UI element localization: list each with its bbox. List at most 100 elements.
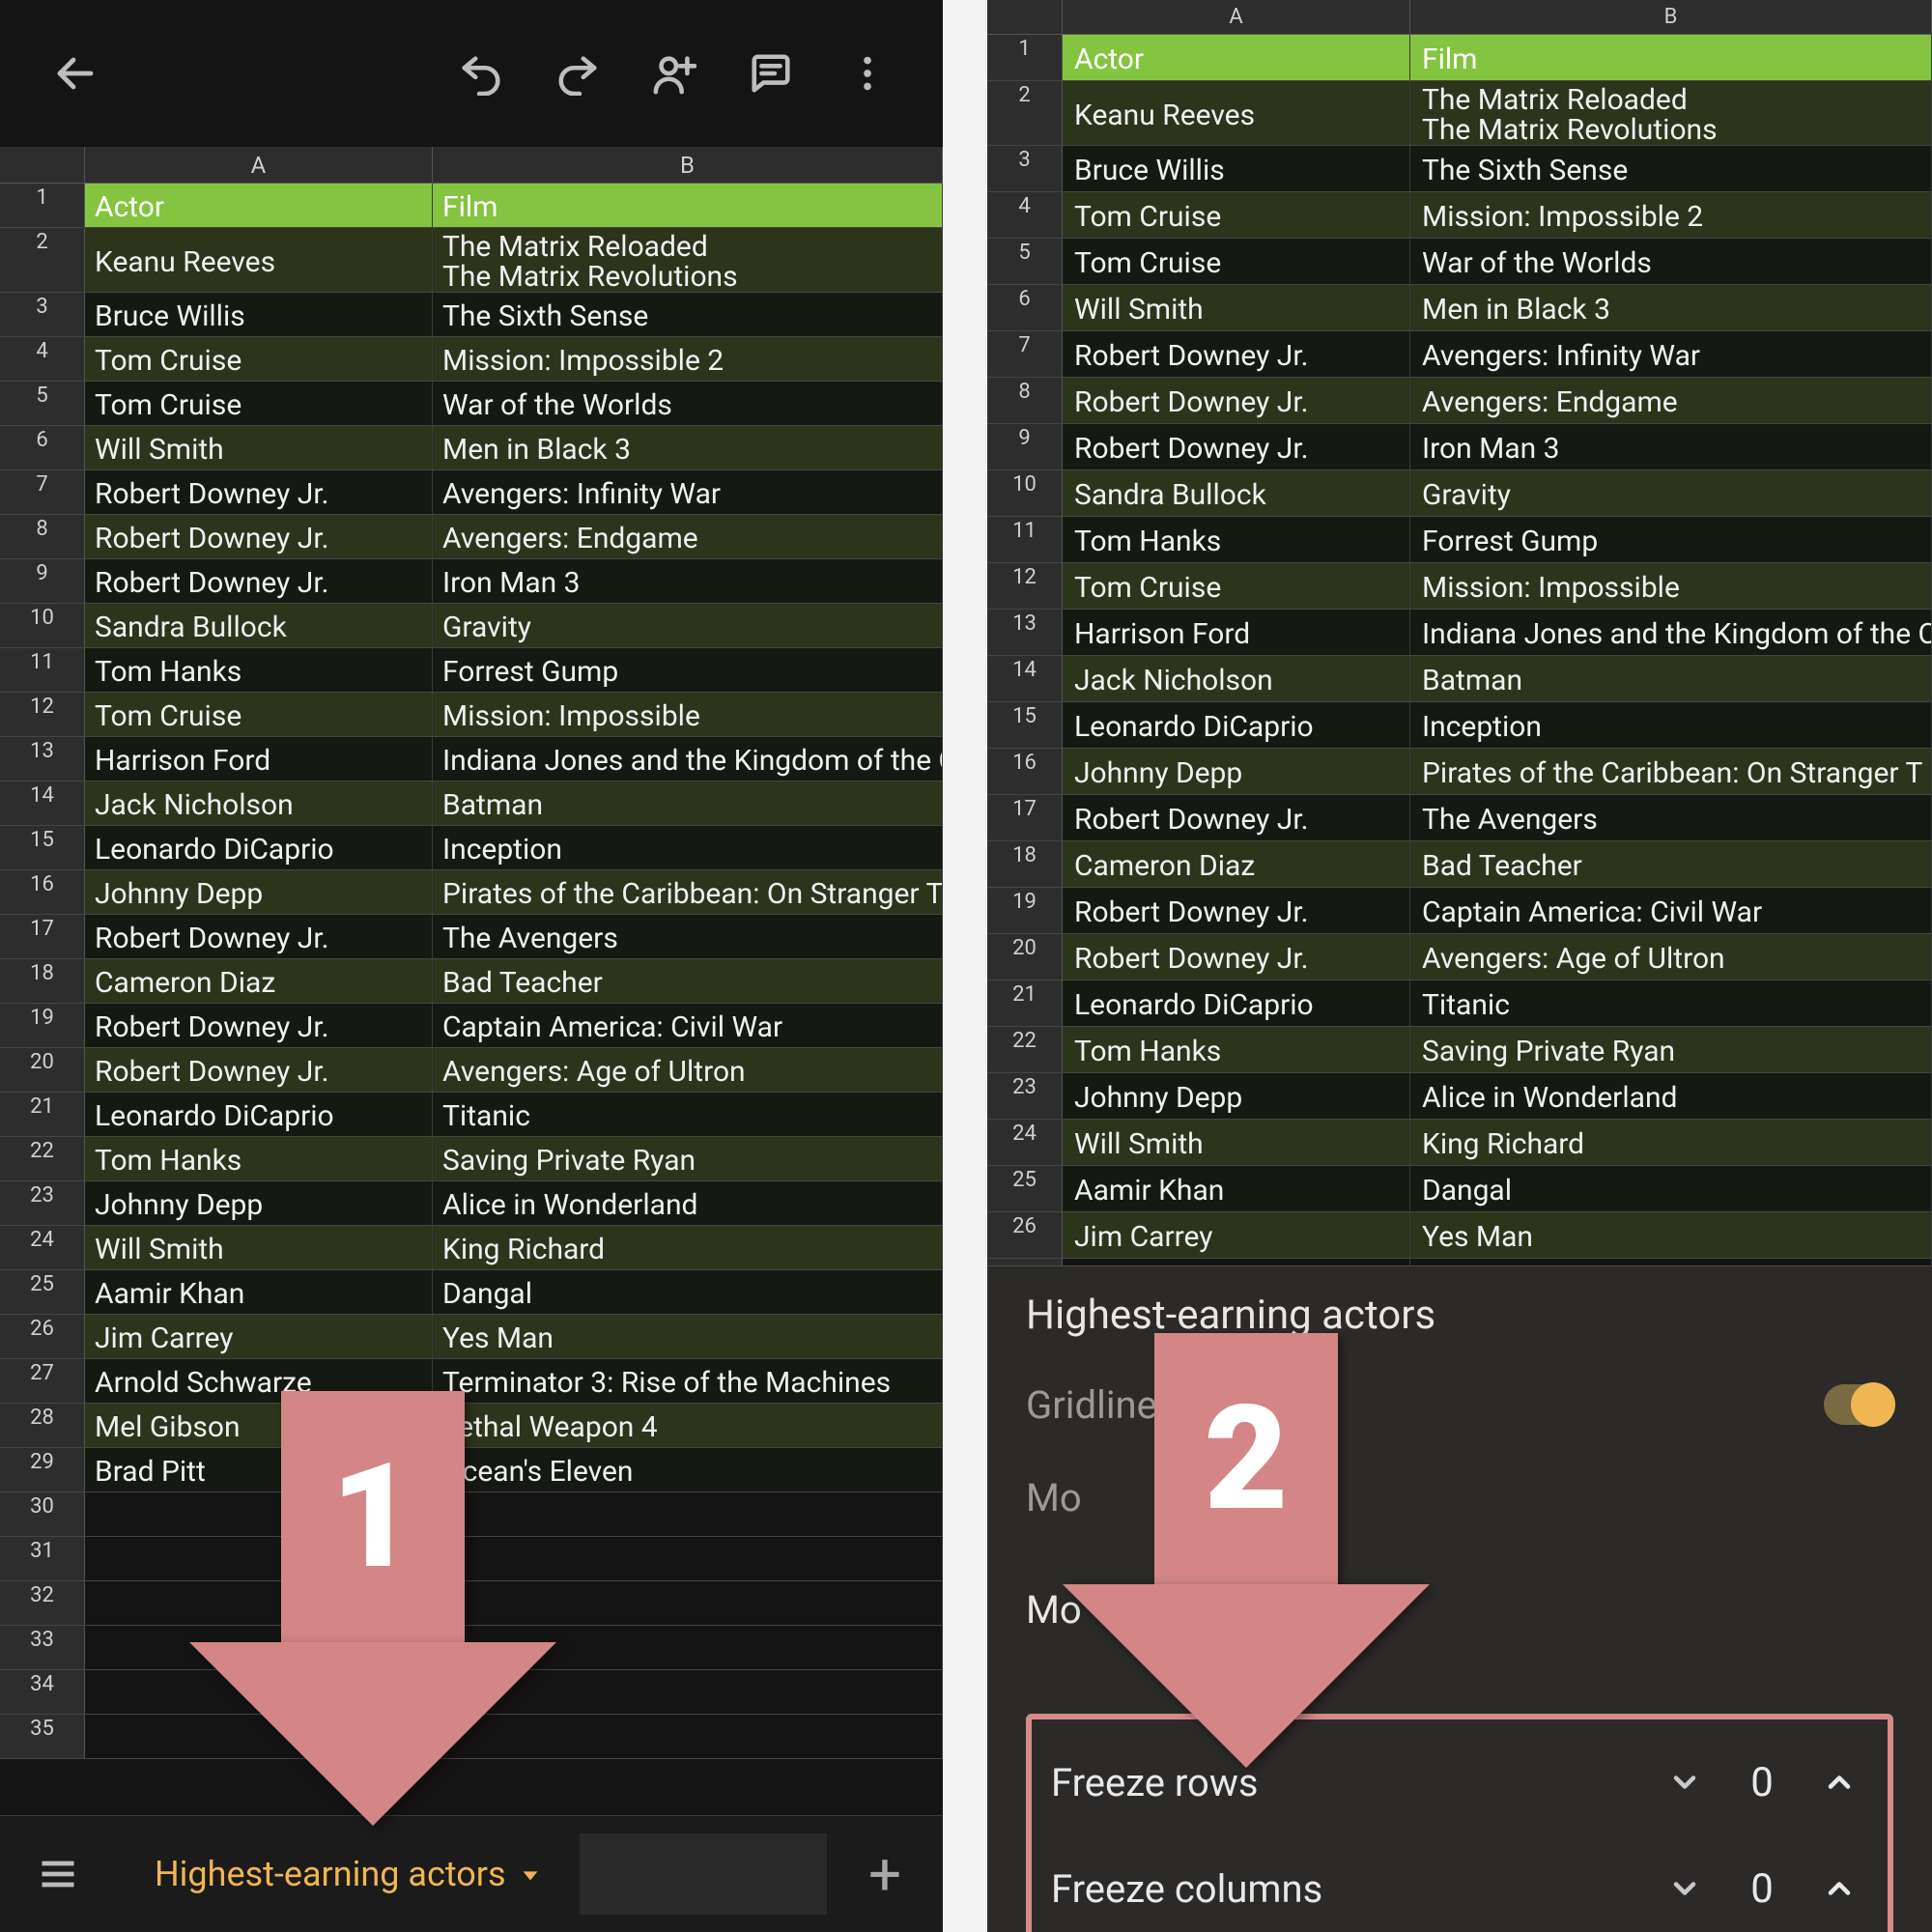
cell[interactable]: Robert Downey Jr. bbox=[85, 515, 433, 558]
cell[interactable]: Harrison Ford bbox=[1063, 610, 1410, 655]
row-header[interactable]: 26 bbox=[987, 1212, 1063, 1258]
cell[interactable]: Arnold Schwarze bbox=[85, 1359, 433, 1403]
row-header[interactable]: 19 bbox=[987, 888, 1063, 933]
cell[interactable]: Bruce Willis bbox=[1063, 146, 1410, 191]
spreadsheet-grid[interactable]: A B 1ActorFilm2Keanu ReevesThe Matrix Re… bbox=[0, 147, 943, 1816]
cell[interactable]: Yes Man bbox=[433, 1315, 943, 1358]
cell[interactable]: Avengers: Infinity War bbox=[433, 470, 943, 514]
col-header-a[interactable]: A bbox=[1063, 0, 1410, 35]
select-all-corner[interactable] bbox=[987, 0, 1063, 35]
cell[interactable] bbox=[85, 1537, 433, 1580]
cell[interactable]: Avengers: Age of Ultron bbox=[433, 1048, 943, 1092]
cell[interactable]: Forrest Gump bbox=[433, 648, 943, 692]
cell[interactable]: The Avengers bbox=[433, 915, 943, 958]
cell[interactable] bbox=[433, 1581, 943, 1625]
row-header[interactable]: 22 bbox=[0, 1137, 85, 1180]
cell[interactable]: Sandra Bullock bbox=[1063, 470, 1410, 516]
row-header[interactable]: 11 bbox=[0, 648, 85, 692]
col-header-a[interactable]: A bbox=[85, 147, 433, 184]
row-header[interactable]: 12 bbox=[987, 563, 1063, 609]
cell[interactable]: Robert Downey Jr. bbox=[85, 1004, 433, 1047]
col-header-b[interactable]: B bbox=[433, 147, 943, 184]
cell[interactable]: Robert Downey Jr. bbox=[85, 559, 433, 603]
cell[interactable]: Batman bbox=[433, 781, 943, 825]
cell[interactable]: Inception bbox=[433, 826, 943, 869]
cell[interactable]: Leonardo DiCaprio bbox=[85, 1093, 433, 1136]
cell[interactable]: Avengers: Age of Ultron bbox=[1410, 934, 1932, 980]
column-headers[interactable]: A B bbox=[0, 147, 943, 184]
cell[interactable]: Sandra Bullock bbox=[85, 604, 433, 647]
cell[interactable]: Ocean's Eleven bbox=[433, 1448, 943, 1492]
cell[interactable]: Aamir Khan bbox=[1063, 1166, 1410, 1211]
redo-button[interactable] bbox=[529, 25, 626, 122]
cell[interactable]: Batman bbox=[1410, 656, 1932, 701]
cell[interactable]: Brad Pitt bbox=[85, 1448, 433, 1492]
row-header[interactable]: 32 bbox=[0, 1581, 85, 1625]
cell[interactable]: Mission: Impossible bbox=[1410, 563, 1932, 609]
cell[interactable]: Titanic bbox=[1410, 980, 1932, 1026]
row-header[interactable]: 35 bbox=[0, 1715, 85, 1758]
cell[interactable]: Saving Private Ryan bbox=[1410, 1027, 1932, 1072]
row-header[interactable]: 16 bbox=[0, 870, 85, 914]
row-header[interactable]: 17 bbox=[0, 915, 85, 958]
cell[interactable]: Robert Downey Jr. bbox=[1063, 378, 1410, 423]
cell[interactable]: Tom Hanks bbox=[85, 1137, 433, 1180]
cell[interactable] bbox=[85, 1715, 433, 1758]
cell[interactable]: Indiana Jones and the Kingdom of the C bbox=[1410, 610, 1932, 655]
row-header[interactable]: 3 bbox=[0, 293, 85, 336]
row-header[interactable]: 24 bbox=[0, 1226, 85, 1269]
row-header[interactable]: 14 bbox=[0, 781, 85, 825]
cell[interactable]: Will Smith bbox=[85, 1226, 433, 1269]
row-header[interactable]: 12 bbox=[0, 693, 85, 736]
cell[interactable]: Tom Cruise bbox=[1063, 239, 1410, 284]
row-header[interactable]: 9 bbox=[0, 559, 85, 603]
cell[interactable]: Tom Hanks bbox=[85, 648, 433, 692]
cell[interactable]: The Sixth Sense bbox=[1410, 146, 1932, 191]
row-header[interactable]: 31 bbox=[0, 1537, 85, 1580]
cell[interactable]: Mission: Impossible 2 bbox=[433, 337, 943, 381]
freeze-rows-decrement[interactable] bbox=[1656, 1765, 1714, 1800]
cell[interactable]: Gravity bbox=[1410, 470, 1932, 516]
row-header[interactable]: 14 bbox=[987, 656, 1063, 701]
row-header[interactable]: 13 bbox=[0, 737, 85, 781]
cell[interactable] bbox=[85, 1581, 433, 1625]
row-header[interactable]: 4 bbox=[0, 337, 85, 381]
cell[interactable] bbox=[433, 1715, 943, 1758]
cell[interactable] bbox=[85, 1492, 433, 1536]
row-header[interactable]: 2 bbox=[0, 228, 85, 292]
row-header[interactable]: 11 bbox=[987, 517, 1063, 562]
cell[interactable]: Gravity bbox=[433, 604, 943, 647]
row-header[interactable]: 15 bbox=[987, 702, 1063, 748]
row-header[interactable]: 28 bbox=[0, 1404, 85, 1447]
row-header[interactable]: 1 bbox=[987, 35, 1063, 80]
cell[interactable]: Harrison Ford bbox=[85, 737, 433, 781]
cell[interactable]: Cameron Diaz bbox=[85, 959, 433, 1003]
cell[interactable]: Film bbox=[433, 184, 943, 227]
cell[interactable]: Tom Hanks bbox=[1063, 517, 1410, 562]
cell[interactable]: Johnny Depp bbox=[1063, 749, 1410, 794]
freeze-cols-decrement[interactable] bbox=[1656, 1871, 1714, 1906]
cell[interactable]: Men in Black 3 bbox=[433, 426, 943, 469]
cell[interactable]: Robert Downey Jr. bbox=[1063, 934, 1410, 980]
cell[interactable]: Captain America: Civil War bbox=[1410, 888, 1932, 933]
cell[interactable]: Men in Black 3 bbox=[1410, 285, 1932, 330]
cell[interactable]: Leonardo DiCaprio bbox=[85, 826, 433, 869]
cell[interactable]: Keanu Reeves bbox=[1063, 81, 1410, 145]
row-header[interactable]: 18 bbox=[0, 959, 85, 1003]
cell[interactable]: Johnny Depp bbox=[1063, 1073, 1410, 1119]
cell[interactable]: Tom Cruise bbox=[85, 693, 433, 736]
cell[interactable]: Titanic bbox=[433, 1093, 943, 1136]
cell[interactable]: Aamir Khan bbox=[85, 1270, 433, 1314]
cell[interactable]: Cameron Diaz bbox=[1063, 841, 1410, 887]
cell[interactable]: Dangal bbox=[1410, 1166, 1932, 1211]
row-header[interactable]: 30 bbox=[0, 1492, 85, 1536]
row-header[interactable]: 17 bbox=[987, 795, 1063, 840]
row-header[interactable]: 13 bbox=[987, 610, 1063, 655]
cell[interactable]: King Richard bbox=[433, 1226, 943, 1269]
row-header[interactable]: 29 bbox=[0, 1448, 85, 1492]
cell[interactable]: The Sixth Sense bbox=[433, 293, 943, 336]
row-header[interactable]: 25 bbox=[0, 1270, 85, 1314]
cell[interactable]: Actor bbox=[85, 184, 433, 227]
row-header[interactable]: 9 bbox=[987, 424, 1063, 469]
row-header[interactable]: 22 bbox=[987, 1027, 1063, 1072]
